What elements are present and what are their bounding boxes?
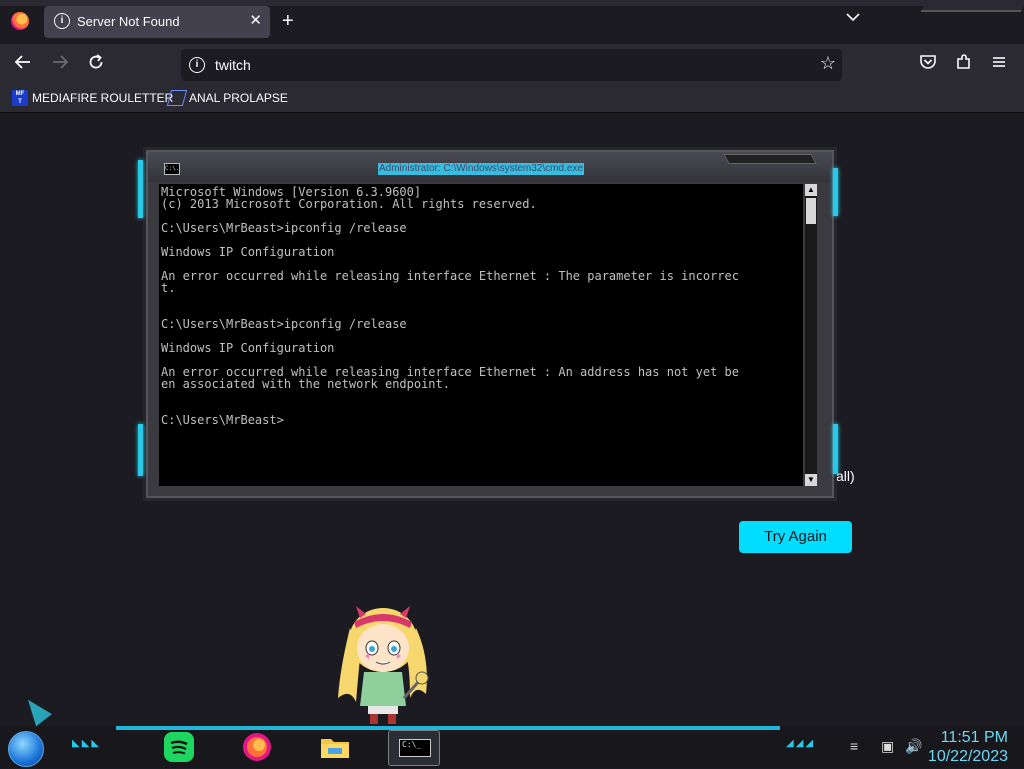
console-output-area[interactable]: Microsoft Windows [Version 6.3.9600] (c)… <box>159 184 803 486</box>
pocket-icon <box>920 55 936 69</box>
clock-time: 11:51 PM <box>940 729 1008 746</box>
app-menu-button[interactable] <box>991 53 1007 75</box>
bookmark-label: MEDIAFIRE ROULETTER <box>32 91 174 105</box>
frame-accent-right-bottom <box>833 424 838 474</box>
tab-title: Server Not Found <box>77 14 180 29</box>
bookmark-sigma-icon <box>166 90 188 106</box>
taskbar-app-spotify[interactable] <box>162 730 198 764</box>
console-text: Microsoft Windows [Version 6.3.9600] (c)… <box>161 185 739 427</box>
pocket-button[interactable] <box>919 53 937 76</box>
firefox-icon <box>243 733 271 761</box>
address-bar[interactable]: i twitch ☆ <box>181 49 842 81</box>
taskbar-accent-band <box>116 726 780 730</box>
frame-accent-left-top <box>138 160 143 218</box>
list-all-tabs-button[interactable] <box>846 9 860 25</box>
new-tab-button[interactable]: + <box>282 10 294 32</box>
bookmark-star-icon[interactable]: ☆ <box>820 53 836 74</box>
info-icon: i <box>54 13 70 29</box>
extensions-button[interactable] <box>955 53 973 76</box>
cmd-titlebar[interactable]: C:\. Administrator: C:\Windows\system32\… <box>148 152 832 182</box>
volume-icon[interactable]: 🔊 <box>905 738 922 755</box>
cmd-icon: C:\_ <box>399 739 431 757</box>
taskbar-app-file-explorer[interactable] <box>318 730 354 764</box>
taskbar-app-firefox[interactable] <box>240 730 276 764</box>
tab-bar: i Server Not Found ✕ + <box>0 0 1024 44</box>
file-explorer-icon <box>321 739 349 758</box>
forward-arrow-icon <box>53 55 69 69</box>
mediafire-icon: MF T <box>12 90 28 106</box>
start-button[interactable] <box>8 731 44 767</box>
site-info-icon[interactable]: i <box>189 57 205 73</box>
partial-error-text: all) <box>836 468 855 484</box>
taskbar-decoration-left: ◣◣◣ <box>72 738 102 749</box>
bookmark-mediafire-rouletter[interactable]: MF T MEDIAFIRE ROULETTER <box>12 90 173 106</box>
navigation-toolbar: i twitch ☆ <box>0 44 1024 86</box>
forward-button[interactable] <box>51 53 69 76</box>
try-again-button[interactable]: Try Again <box>739 521 852 553</box>
reload-button[interactable] <box>87 53 105 76</box>
show-hidden-icons-icon[interactable]: ≡ <box>850 738 858 754</box>
taskbar-decoration-right: ◢◢◢ <box>786 738 816 749</box>
cmd-window-icon[interactable]: C:\. <box>164 163 180 175</box>
bookmarks-toolbar: MF T MEDIAFIRE ROULETTER ANAL PROLAPSE <box>0 86 1024 113</box>
frame-accent-right-top <box>833 168 838 216</box>
tab-close-icon[interactable]: ✕ <box>249 11 262 29</box>
taskbar-app-cmd[interactable]: C:\_ <box>388 730 440 766</box>
url-text[interactable]: twitch <box>215 57 251 73</box>
console-scrollbar[interactable]: ▲ ▼ <box>805 184 817 486</box>
cartoon-character-sprite <box>338 606 429 724</box>
back-arrow-icon <box>14 55 30 69</box>
network-icon[interactable]: ▣ <box>881 738 894 755</box>
bookmark-anal-prolapse[interactable]: ANAL PROLAPSE <box>166 90 288 106</box>
scrollbar-thumb[interactable] <box>806 198 816 224</box>
bookmark-label: ANAL PROLAPSE <box>189 91 288 105</box>
back-button[interactable] <box>14 53 32 76</box>
taskbar: ◣◣◣ C:\_ ◢◢◢ ≡ ▣ 🔊 11:51 PM 10/22/2023 <box>0 726 1024 768</box>
chevron-down-icon <box>846 13 860 22</box>
firefox-menu-icon[interactable] <box>11 12 29 30</box>
window-corner-decoration <box>920 0 1024 12</box>
reload-icon <box>89 54 103 69</box>
cmd-window-title: Administrator: C:\Windows\system32\cmd.e… <box>378 163 584 175</box>
cmd-window[interactable]: C:\. Administrator: C:\Windows\system32\… <box>146 150 834 498</box>
spotify-icon <box>164 732 194 762</box>
titlebar-decoration <box>723 154 817 164</box>
tab-server-not-found[interactable]: i Server Not Found ✕ <box>44 6 270 38</box>
hamburger-menu-icon <box>993 57 1005 67</box>
scroll-up-arrow-icon[interactable]: ▲ <box>805 184 817 196</box>
clock-date: 10/22/2023 <box>927 748 1008 765</box>
scroll-down-arrow-icon[interactable]: ▼ <box>805 474 817 486</box>
system-clock[interactable]: 11:51 PM 10/22/2023 <box>928 728 1008 766</box>
frame-accent-left-bottom <box>138 424 143 476</box>
puzzle-piece-icon <box>957 54 970 69</box>
